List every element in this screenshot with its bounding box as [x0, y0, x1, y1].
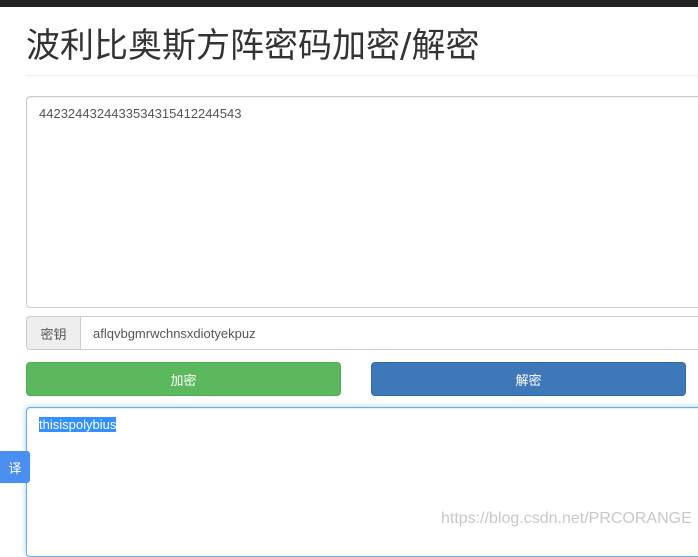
decrypt-button[interactable]: 解密: [371, 362, 686, 396]
ciphertext-value: 4423244324433534315412244543: [39, 106, 242, 121]
translate-tab[interactable]: 译: [0, 451, 30, 483]
key-label: 密钥: [26, 316, 80, 350]
key-input[interactable]: aflqvbgmrwchnsxdiotyekpuz: [80, 316, 698, 350]
encrypt-button[interactable]: 加密: [26, 362, 341, 396]
key-value: aflqvbgmrwchnsxdiotyekpuz: [93, 325, 256, 341]
watermark: https://blog.csdn.net/PRCORANGE: [441, 510, 692, 527]
plaintext-value: thisispolybius: [39, 417, 117, 432]
top-navbar: [0, 0, 698, 7]
key-input-group: 密钥 aflqvbgmrwchnsxdiotyekpuz: [26, 316, 698, 350]
title-divider: [26, 75, 698, 76]
plaintext-textarea[interactable]: thisispolybius: [26, 407, 698, 557]
ciphertext-textarea[interactable]: 4423244324433534315412244543: [26, 96, 698, 308]
page-title: 波利比奥斯方阵密码加密/解密: [26, 26, 480, 66]
